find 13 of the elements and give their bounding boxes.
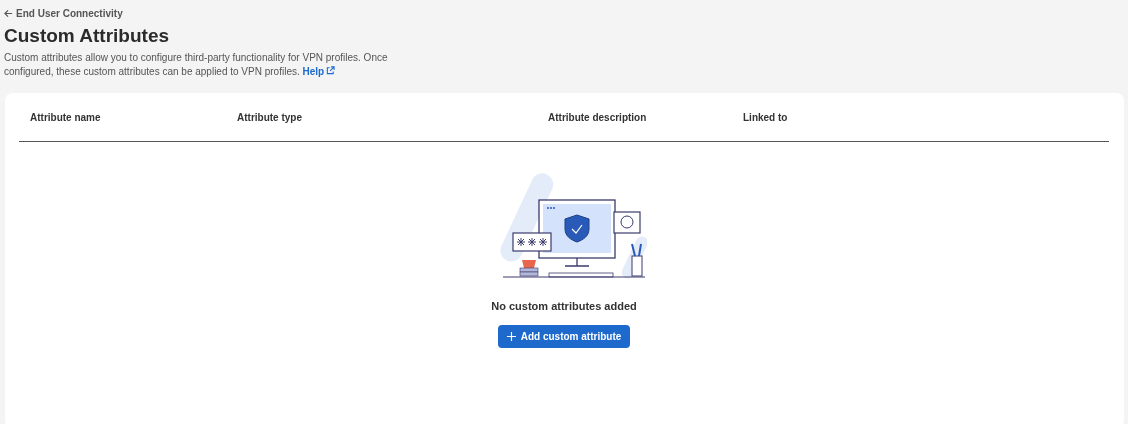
column-header: Linked to bbox=[742, 111, 789, 123]
page-description: Custom attributes allow you to configure third-party functionality for VPN profiles. Once configured, these custom attributes can be applied to VPN profiles. Help bbox=[4, 51, 389, 79]
back-link[interactable]: End User Connectivity bbox=[4, 8, 123, 19]
add-attribute-button[interactable]: Add custom attribute bbox=[497, 325, 631, 348]
column-header: Attribute description bbox=[547, 111, 648, 123]
help-link[interactable]: Help bbox=[302, 66, 336, 77]
column-header: Attribute name bbox=[29, 111, 102, 123]
back-arrow-icon bbox=[4, 9, 13, 18]
page-title: Custom Attributes bbox=[4, 25, 171, 47]
empty-message: No custom attributes added bbox=[491, 300, 637, 312]
plus-icon bbox=[506, 332, 516, 341]
external-link-icon bbox=[326, 66, 336, 75]
column-header: Attribute type bbox=[236, 111, 303, 123]
